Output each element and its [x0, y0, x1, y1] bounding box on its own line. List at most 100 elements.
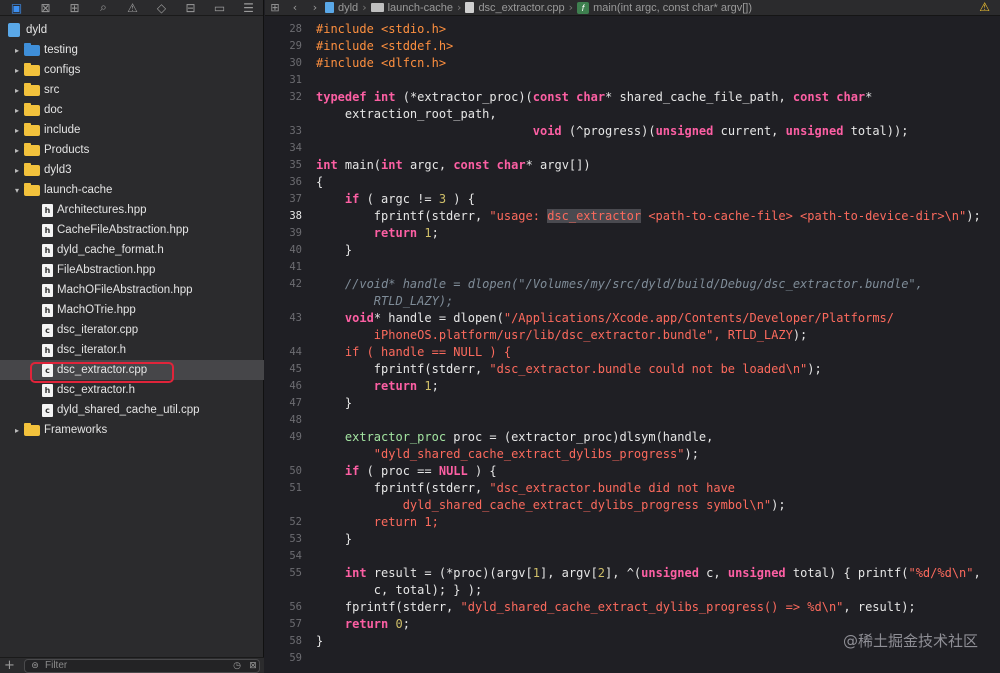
back-icon[interactable]: ‹ [285, 1, 305, 14]
code-line[interactable]: 35 int main(int argc, const char* argv[]) [265, 157, 1000, 174]
code-line[interactable]: RTLD_LAZY); [265, 293, 1000, 310]
breadcrumb-file[interactable]: dsc_extractor.cpp [478, 2, 564, 14]
tree-item-file[interactable]: c dsc_iterator.cpp [0, 320, 264, 340]
tree-item-file[interactable]: h dyld_cache_format.h [0, 240, 264, 260]
disclosure-closed-icon[interactable]: ▸ [12, 46, 22, 55]
folder-icon[interactable]: ▣ [2, 0, 31, 16]
line-number[interactable]: 30 [265, 55, 302, 72]
code-line[interactable]: 54 [265, 548, 1000, 565]
symbol-icon[interactable]: ⊞ [60, 0, 89, 16]
line-number[interactable]: 57 [265, 616, 302, 633]
line-number[interactable]: 56 [265, 599, 302, 616]
breadcrumb-project[interactable]: dyld [338, 2, 358, 14]
line-number[interactable]: 53 [265, 531, 302, 548]
tree-item-folder[interactable]: ▸ testing [0, 40, 264, 60]
code-line[interactable]: 52 return 1; [265, 514, 1000, 531]
line-number[interactable]: 48 [265, 412, 302, 429]
line-number[interactable]: 31 [265, 72, 302, 89]
code-line[interactable]: 38 fprintf(stderr, "usage: dsc_extractor… [265, 208, 1000, 225]
tree-item-file[interactable]: h dsc_extractor.h [0, 380, 264, 400]
code-line[interactable]: 32 typedef int (*extractor_proc)(const ch… [265, 89, 1000, 106]
line-number[interactable]: 52 [265, 514, 302, 531]
line-number[interactable]: 45 [265, 361, 302, 378]
source-control-icon[interactable]: ⊠ [31, 0, 60, 16]
code-line[interactable]: 39 return 1; [265, 225, 1000, 242]
code-line[interactable]: 51 fprintf(stderr, "dsc_extractor.bundle… [265, 480, 1000, 497]
code-line[interactable]: 36 { [265, 174, 1000, 191]
code-line[interactable]: 31 [265, 72, 1000, 89]
test-icon[interactable]: ◇ [147, 0, 176, 16]
code-line[interactable]: 48 [265, 412, 1000, 429]
line-number[interactable]: 49 [265, 429, 302, 446]
tree-item-file[interactable]: h dsc_iterator.h [0, 340, 264, 360]
line-number[interactable]: 51 [265, 480, 302, 497]
tree-item-file[interactable]: h CacheFileAbstraction.hpp [0, 220, 264, 240]
code-line[interactable]: dyld_shared_cache_extract_dylibs_progres… [265, 497, 1000, 514]
tree-item-folder[interactable]: ▸ Frameworks [0, 420, 264, 440]
source-editor[interactable]: 28 #include <stdio.h> 29 #include <stddef.h… [265, 17, 1000, 673]
line-number[interactable]: 33 [265, 123, 302, 140]
code-line[interactable]: 28 #include <stdio.h> [265, 21, 1000, 38]
code-line[interactable]: 55 int result = (*proc)(argv[1], argv[2]… [265, 565, 1000, 582]
tree-item-file[interactable]: c dyld_shared_cache_util.cpp [0, 400, 264, 420]
code-line[interactable]: 37 if ( argc != 3 ) { [265, 191, 1000, 208]
line-number[interactable]: 46 [265, 378, 302, 395]
breadcrumb-function[interactable]: main(int argc, const char* argv[]) [593, 2, 752, 14]
tree-item-project[interactable]: dyld [4, 20, 264, 40]
line-number[interactable]: 38 [265, 208, 302, 225]
line-number[interactable]: 32 [265, 89, 302, 106]
tree-item-folder[interactable]: ▸ include [0, 120, 264, 140]
line-number[interactable]: 59 [265, 650, 302, 667]
code-line[interactable]: 40 } [265, 242, 1000, 259]
line-number[interactable]: 58 [265, 633, 302, 650]
code-line[interactable]: extraction_root_path, [265, 106, 1000, 123]
warning-icon[interactable]: ⚠ [979, 0, 990, 14]
tree-item-folder[interactable]: ▸ Products [0, 140, 264, 160]
code-line[interactable]: 45 fprintf(stderr, "dsc_extractor.bundle… [265, 361, 1000, 378]
tree-item-file[interactable]: h MachOFileAbstraction.hpp [0, 280, 264, 300]
code-line[interactable]: 59 [265, 650, 1000, 667]
tree-item-folder[interactable]: ▸ configs [0, 60, 264, 80]
code-line[interactable]: iPhoneOS.platform/usr/lib/dsc_extractor.… [265, 327, 1000, 344]
line-number[interactable]: 50 [265, 463, 302, 480]
forward-icon[interactable]: › [305, 1, 325, 14]
recent-files-icon[interactable]: ◷ [231, 661, 243, 671]
tree-item-file[interactable]: h FileAbstraction.hpp [0, 260, 264, 280]
issue-icon[interactable]: ⚠ [118, 0, 147, 16]
disclosure-closed-icon[interactable]: ▸ [12, 106, 22, 115]
debug-icon[interactable]: ⊟ [176, 0, 205, 16]
line-number[interactable]: 28 [265, 21, 302, 38]
line-number[interactable]: 36 [265, 174, 302, 191]
code-line[interactable]: 44 if ( handle == NULL ) { [265, 344, 1000, 361]
code-line[interactable]: 56 fprintf(stderr, "dyld_shared_cache_ex… [265, 599, 1000, 616]
code-line[interactable]: 41 [265, 259, 1000, 276]
scm-filter-icon[interactable]: ⊠ [247, 661, 259, 671]
code-line[interactable]: 33 void (^progress)(unsigned current, un… [265, 123, 1000, 140]
breakpoint-icon[interactable]: ▭ [205, 0, 234, 16]
add-icon[interactable]: + [4, 658, 18, 673]
line-number[interactable]: 35 [265, 157, 302, 174]
disclosure-closed-icon[interactable]: ▸ [12, 86, 22, 95]
disclosure-closed-icon[interactable]: ▸ [12, 66, 22, 75]
code-line[interactable]: 43 void* handle = dlopen("/Applications/… [265, 310, 1000, 327]
find-icon[interactable]: ⌕ [89, 0, 118, 16]
line-number[interactable]: 40 [265, 242, 302, 259]
tree-item-file[interactable]: h Architectures.hpp [0, 200, 264, 220]
line-number[interactable]: 41 [265, 259, 302, 276]
disclosure-open-icon[interactable]: ▾ [12, 186, 22, 195]
code-line[interactable]: 49 extractor_proc proc = (extractor_proc… [265, 429, 1000, 446]
line-number[interactable]: 55 [265, 565, 302, 582]
code-line[interactable]: 50 if ( proc == NULL ) { [265, 463, 1000, 480]
tree-item-folder[interactable]: ▸ dyld3 [0, 160, 264, 180]
line-number[interactable]: 37 [265, 191, 302, 208]
related-items-icon[interactable]: ⊞ [265, 1, 285, 14]
line-number[interactable]: 43 [265, 310, 302, 327]
code-line[interactable]: 53 } [265, 531, 1000, 548]
line-number[interactable]: 42 [265, 276, 302, 293]
tree-item-folder[interactable]: ▸ doc [0, 100, 264, 120]
line-number[interactable]: 39 [265, 225, 302, 242]
code-line[interactable]: c, total); } ); [265, 582, 1000, 599]
disclosure-closed-icon[interactable]: ▸ [12, 166, 22, 175]
line-number[interactable]: 29 [265, 38, 302, 55]
code-line[interactable]: 29 #include <stddef.h> [265, 38, 1000, 55]
